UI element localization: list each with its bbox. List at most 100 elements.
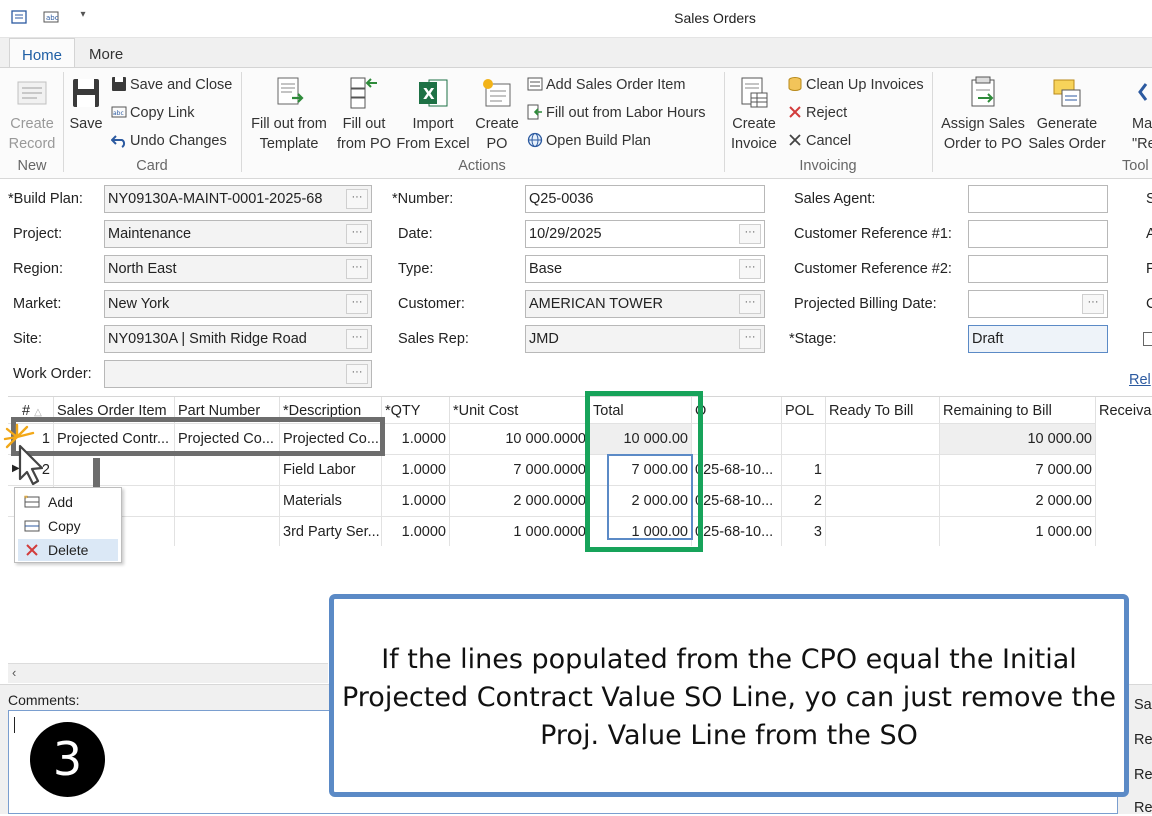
open-build-plan-button[interactable]: Open Build Plan — [527, 130, 651, 152]
customer-reference-1-label: Customer Reference #1: — [794, 226, 952, 242]
globe-icon — [527, 132, 543, 148]
scroll-left-icon[interactable]: ‹ — [12, 665, 16, 680]
cell-ready-to-bill[interactable] — [826, 423, 940, 454]
reject-button[interactable]: Reject — [787, 102, 847, 124]
cell-pol[interactable]: 1 — [782, 454, 826, 485]
undo-changes-button[interactable]: Undo Changes — [110, 130, 227, 152]
col-header-pol[interactable]: POL — [782, 397, 826, 425]
cell-ready-to-bill[interactable] — [826, 485, 940, 516]
customer-reference-2-label: Customer Reference #2: — [794, 261, 952, 277]
window-title: Sales Orders — [674, 10, 756, 26]
col-header-unit-cost[interactable]: *Unit Cost — [450, 397, 590, 425]
site-field[interactable]: NY09130A | Smith Ridge Road ··· — [104, 325, 372, 353]
create-invoice-button[interactable]: Create Invoice — [728, 76, 780, 154]
cell-description[interactable]: Materials — [280, 485, 382, 516]
save-button[interactable]: Save — [66, 76, 106, 134]
customer-field[interactable]: AMERICAN TOWER ··· — [525, 290, 765, 318]
clean-up-invoices-button[interactable]: Clean Up Invoices — [787, 74, 924, 96]
build-plan-field[interactable]: NY09130A-MAINT-0001-2025-68 ··· — [104, 185, 372, 213]
ellipsis-button[interactable]: ··· — [739, 329, 761, 349]
type-field[interactable]: Base ··· — [525, 255, 765, 283]
ellipsis-button[interactable]: ··· — [739, 294, 761, 314]
col-header-receival[interactable]: Receival — [1096, 397, 1152, 425]
cell-qty[interactable]: 1.0000 — [382, 485, 450, 516]
ellipsis-button[interactable]: ··· — [346, 364, 368, 384]
ellipsis-button[interactable]: ··· — [1082, 294, 1104, 314]
project-field[interactable]: Maintenance ··· — [104, 220, 372, 248]
ellipsis-button[interactable]: ··· — [346, 189, 368, 209]
generate-sales-order-button[interactable]: Generate Sales Order — [1026, 76, 1108, 154]
projected-billing-date-field[interactable]: ··· — [968, 290, 1108, 318]
ellipsis-button[interactable]: ··· — [739, 224, 761, 244]
cancel-icon — [787, 132, 803, 148]
cell-unit-cost[interactable]: 1 000.0000 — [450, 516, 590, 547]
assign-sales-order-to-po-button[interactable]: Assign Sales Order to PO — [938, 76, 1028, 154]
ellipsis-button[interactable]: ··· — [346, 259, 368, 279]
add-sales-order-item-button[interactable]: Add Sales Order Item — [527, 74, 685, 96]
cell-part-number[interactable] — [175, 516, 280, 547]
create-record-button[interactable]: Create Record — [4, 76, 60, 154]
cell-ready-to-bill[interactable] — [826, 516, 940, 547]
step-number-badge: 3 — [30, 722, 105, 797]
cell-qty[interactable]: 1.0000 — [382, 423, 450, 454]
col-header-po[interactable]: O — [692, 397, 782, 425]
col-header-ready-to-bill[interactable]: Ready To Bill — [826, 397, 940, 425]
related-link[interactable]: Rel — [1129, 372, 1151, 388]
cell-qty[interactable]: 1.0000 — [382, 454, 450, 485]
horizontal-scrollbar[interactable]: ‹ — [8, 663, 328, 683]
date-label: Date: — [398, 226, 433, 242]
cancel-button[interactable]: Cancel — [787, 130, 851, 152]
cell-po[interactable]: 025-68-10... — [692, 454, 782, 485]
cell-po[interactable]: 025-68-10... — [692, 485, 782, 516]
cell-unit-cost[interactable]: 7 000.0000 — [450, 454, 590, 485]
customer-reference-1-field[interactable] — [968, 220, 1108, 248]
col-header-remaining-to-bill[interactable]: Remaining to Bill — [940, 397, 1096, 425]
cell-description[interactable]: 3rd Party Ser... — [280, 516, 382, 547]
col-header-qty[interactable]: *QTY — [382, 397, 450, 425]
cell-pol[interactable]: 2 — [782, 485, 826, 516]
cell-remaining-to-bill: 10 000.00 — [940, 423, 1096, 454]
cell-part-number[interactable] — [175, 485, 280, 516]
cell-po[interactable] — [692, 423, 782, 454]
context-menu-add[interactable]: * Add — [18, 491, 118, 513]
ellipsis-button[interactable]: ··· — [739, 259, 761, 279]
cell-description[interactable]: Field Labor — [280, 454, 382, 485]
copy-link-button[interactable]: abc Copy Link — [111, 102, 194, 124]
cell-ready-to-bill[interactable] — [826, 454, 940, 485]
customer-reference-2-field[interactable] — [968, 255, 1108, 283]
customer-label: Customer: — [398, 296, 465, 312]
cell-sales-order-item[interactable] — [54, 454, 175, 485]
import-excel-button[interactable]: X Import From Excel — [396, 76, 470, 154]
edge-checkbox[interactable] — [1143, 332, 1152, 346]
cell-pol[interactable] — [782, 423, 826, 454]
stage-field[interactable]: Draft — [968, 325, 1108, 353]
mark-ready-button[interactable]: Ma "Read — [1112, 76, 1152, 154]
cell-remaining-to-bill: 2 000.00 — [940, 485, 1096, 516]
create-po-button[interactable]: Create PO — [472, 76, 522, 154]
ellipsis-button[interactable]: ··· — [346, 329, 368, 349]
cell-unit-cost[interactable]: 2 000.0000 — [450, 485, 590, 516]
context-menu-copy[interactable]: Copy — [18, 515, 118, 537]
work-order-field[interactable]: ··· — [104, 360, 372, 388]
context-menu-delete[interactable]: Delete — [18, 539, 118, 561]
cell-pol[interactable]: 3 — [782, 516, 826, 547]
cell-po[interactable]: 025-68-10... — [692, 516, 782, 547]
date-field[interactable]: 10/29/2025 ··· — [525, 220, 765, 248]
tab-home[interactable]: Home — [9, 38, 76, 68]
cell-qty[interactable]: 1.0000 — [382, 516, 450, 547]
cell-unit-cost[interactable]: 10 000.0000 — [450, 423, 590, 454]
sales-rep-field[interactable]: JMD ··· — [525, 325, 765, 353]
save-and-close-button[interactable]: Save and Close — [111, 74, 232, 96]
region-field[interactable]: North East ··· — [104, 255, 372, 283]
save-close-icon — [111, 76, 127, 92]
fill-from-labor-hours-button[interactable]: Fill out from Labor Hours — [527, 102, 706, 124]
number-field[interactable]: Q25-0036 — [525, 185, 765, 213]
ellipsis-button[interactable]: ··· — [346, 224, 368, 244]
fill-from-po-button[interactable]: Fill out from PO — [334, 76, 394, 154]
sales-agent-field[interactable] — [968, 185, 1108, 213]
tab-more[interactable]: More — [77, 38, 135, 68]
fill-from-template-button[interactable]: Fill out from Template — [246, 76, 332, 154]
market-field[interactable]: New York ··· — [104, 290, 372, 318]
ellipsis-button[interactable]: ··· — [346, 294, 368, 314]
cell-part-number[interactable] — [175, 454, 280, 485]
